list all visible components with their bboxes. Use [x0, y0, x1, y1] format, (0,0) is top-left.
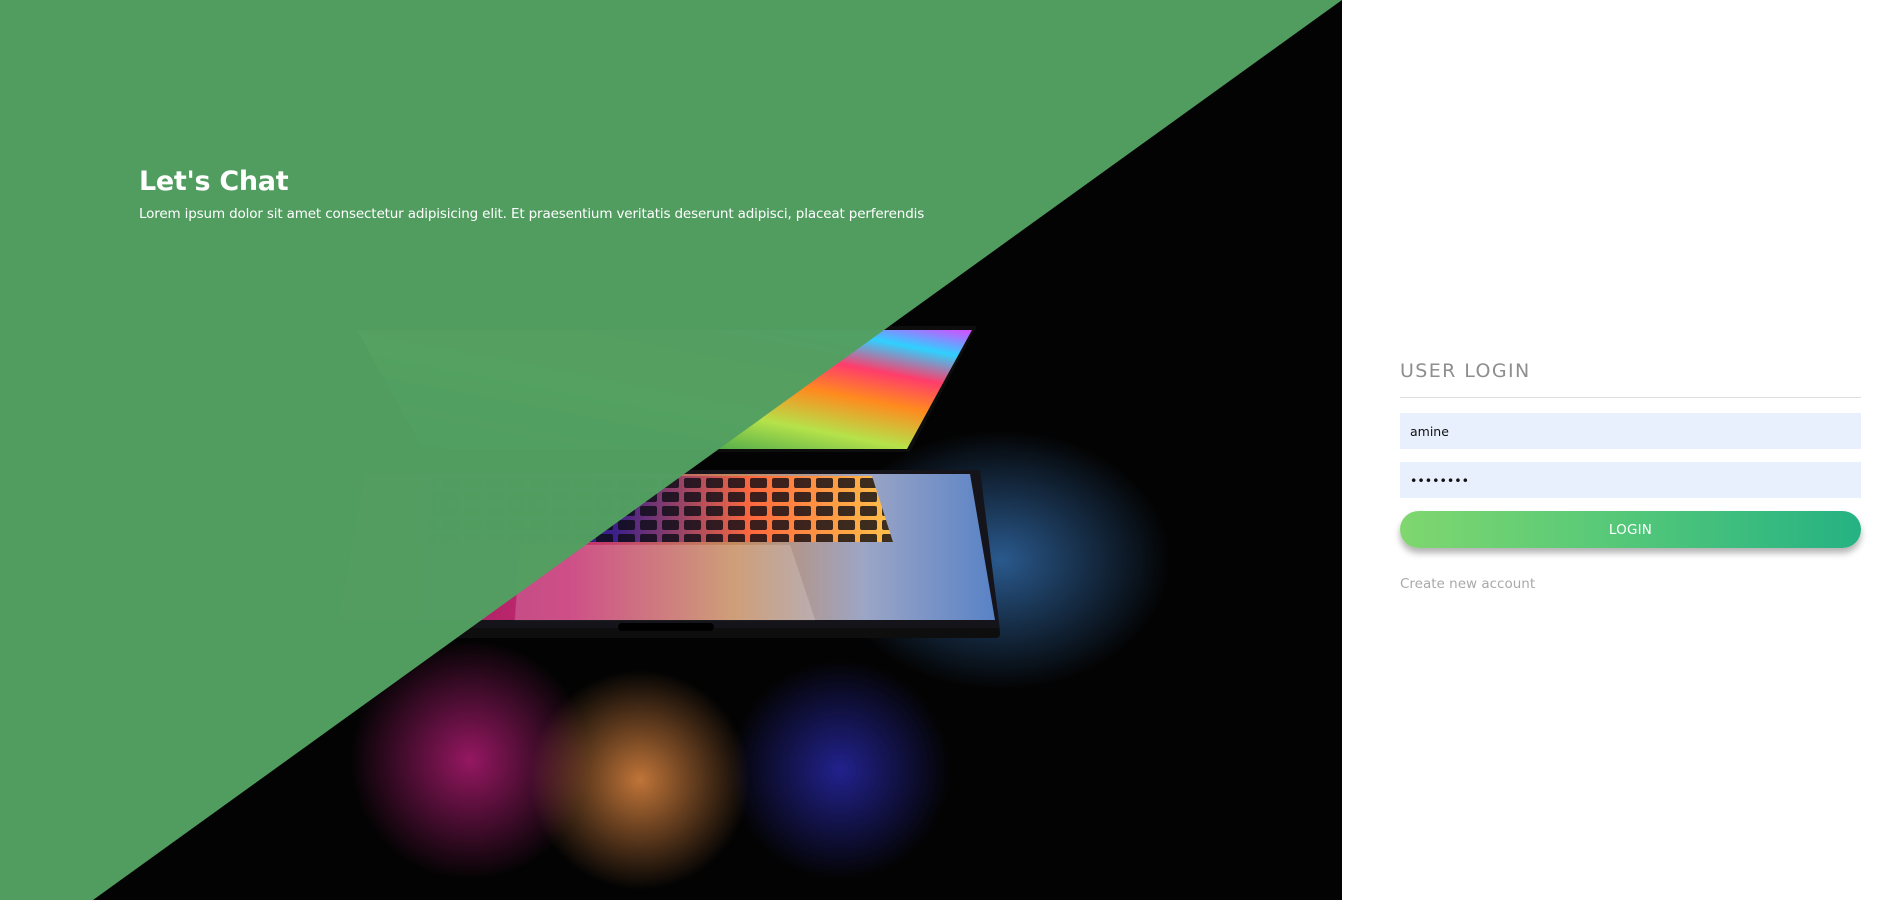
- password-input[interactable]: [1400, 462, 1861, 498]
- login-heading: USER LOGIN: [1400, 360, 1531, 382]
- login-form: USER LOGIN LOGIN Create new account: [1400, 358, 1861, 592]
- hero-title: Let's Chat: [139, 166, 289, 197]
- login-panel: USER LOGIN LOGIN Create new account: [1342, 0, 1903, 900]
- hero-text: Let's Chat Lorem ipsum dolor sit amet co…: [139, 162, 924, 224]
- create-account-link[interactable]: Create new account: [1400, 576, 1535, 592]
- hero-subtitle: Lorem ipsum dolor sit amet consectetur a…: [139, 206, 925, 222]
- login-button[interactable]: LOGIN: [1400, 511, 1861, 548]
- hero-section: Let's Chat Lorem ipsum dolor sit amet co…: [0, 0, 1342, 900]
- laptop-background-image: [0, 0, 1342, 900]
- login-page: Let's Chat Lorem ipsum dolor sit amet co…: [0, 0, 1903, 900]
- username-input[interactable]: [1400, 413, 1861, 449]
- heading-divider: [1400, 397, 1861, 398]
